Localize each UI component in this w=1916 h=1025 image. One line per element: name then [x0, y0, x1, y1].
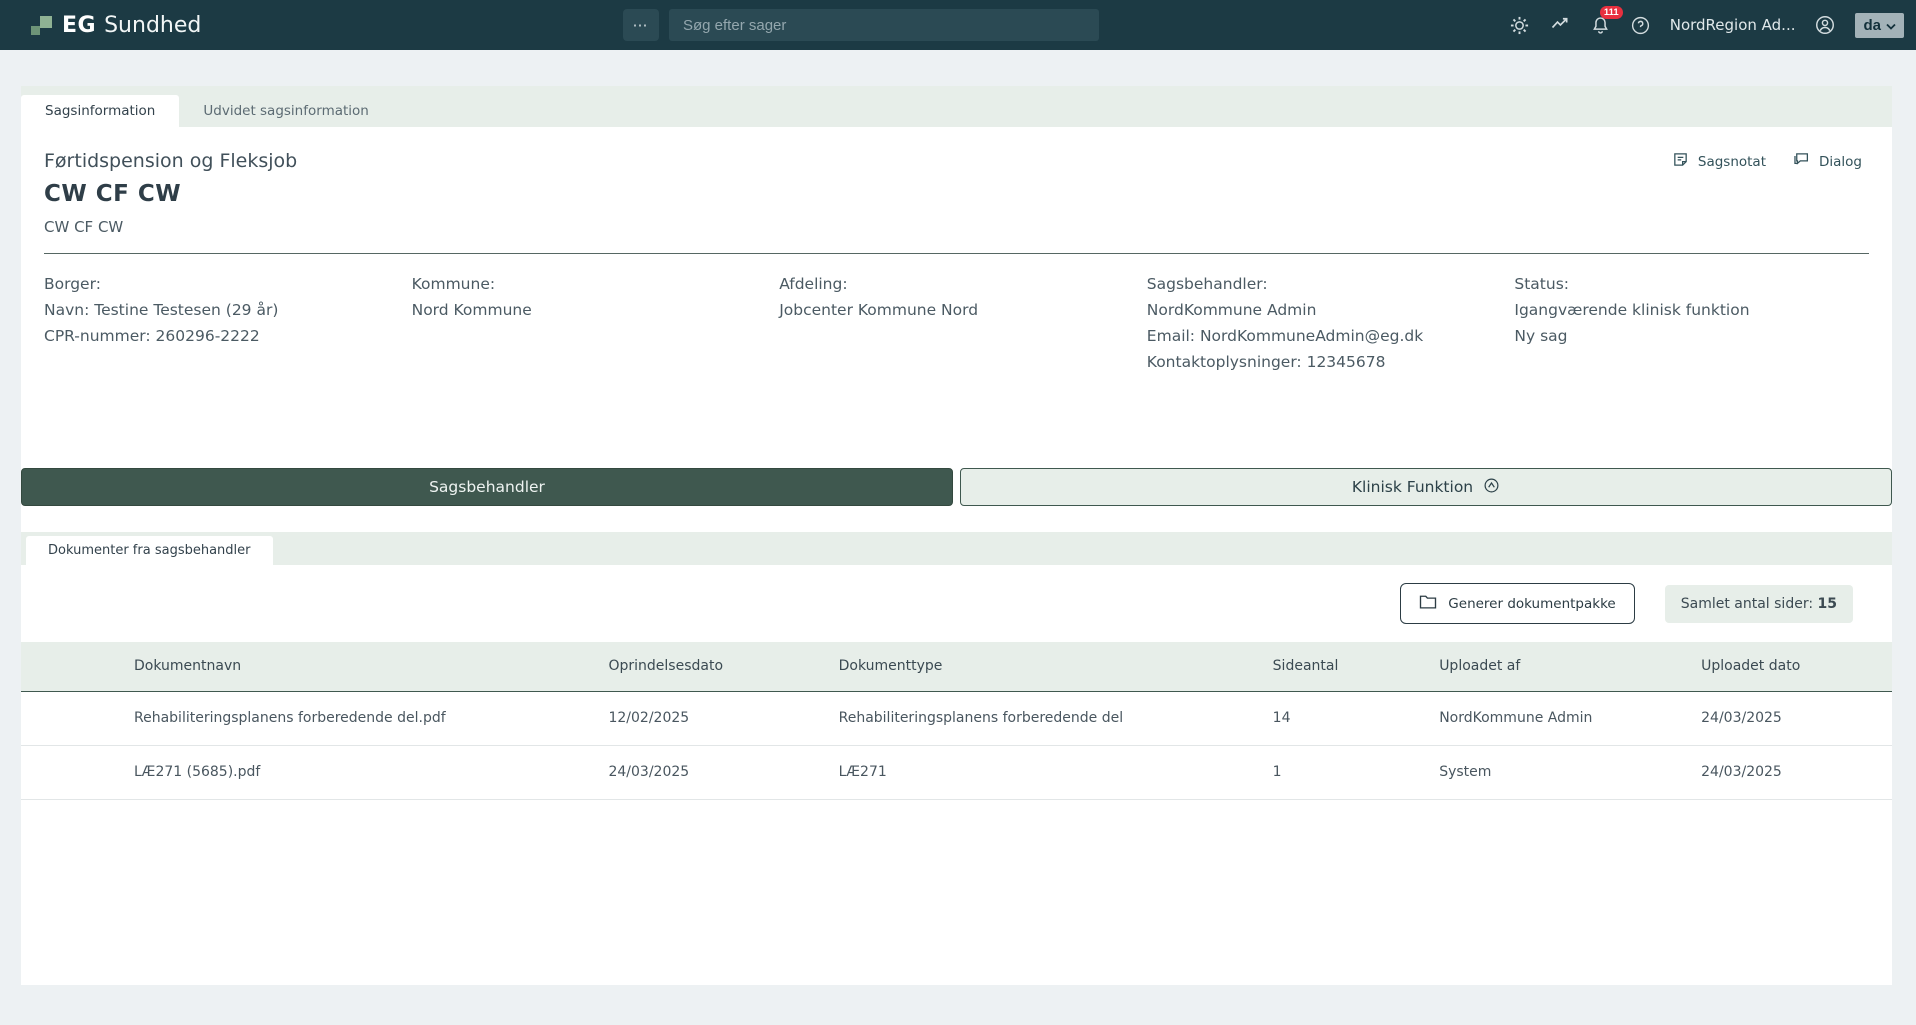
klinisk-funktion-view-button[interactable]: Klinisk Funktion — [960, 468, 1892, 506]
question-mark-icon — [1630, 15, 1651, 36]
table-header-row: Dokumentnavn Oprindelsesdato Dokumenttyp… — [21, 642, 1892, 691]
top-navbar: EG Sundhed ⋯ — [0, 0, 1916, 50]
detail-value: Ny sag — [1514, 323, 1882, 349]
col-uploadet-af: Uploadet af — [1439, 642, 1701, 691]
generer-dokumentpakke-button[interactable]: Generer dokumentpakke — [1400, 583, 1634, 624]
notifications-button[interactable]: 111 — [1590, 15, 1611, 36]
gear-icon — [1509, 15, 1530, 36]
case-details: Borger: Navn: Testine Testesen (29 år) C… — [21, 254, 1892, 375]
detail-sagsbehandler: Sagsbehandler: NordKommune Admin Email: … — [1147, 271, 1515, 375]
detail-borger: Borger: Navn: Testine Testesen (29 år) C… — [44, 271, 412, 375]
cell-sideantal: 14 — [1273, 691, 1440, 745]
dialog-label: Dialog — [1819, 154, 1862, 170]
detail-label: Kommune: — [412, 271, 780, 297]
chat-bubble-icon — [1792, 151, 1810, 172]
col-uploadet-dato: Uploadet dato — [1701, 642, 1892, 691]
detail-value: Igangværende klinisk funktion — [1514, 297, 1882, 323]
klinisk-funktion-label: Klinisk Funktion — [1352, 478, 1473, 496]
language-label: da — [1863, 17, 1881, 34]
logo-text-product: Sundhed — [104, 13, 201, 38]
detail-value: Navn: Testine Testesen (29 år) — [44, 297, 412, 323]
cell-uploadet-af: NordKommune Admin — [1439, 691, 1701, 745]
documents-tabbar: Dokumenter fra sagsbehandler — [21, 532, 1892, 565]
detail-label: Borger: — [44, 271, 412, 297]
eg-logo-mark-icon — [30, 13, 52, 37]
case-title: CW CF CW — [44, 177, 1868, 211]
cell-dokumentnavn: Rehabiliteringsplanens forberedende del.… — [21, 691, 608, 745]
cell-uploadet-af: System — [1439, 745, 1701, 799]
detail-value: Kontaktoplysninger: 12345678 — [1147, 349, 1515, 375]
total-pages-label: Samlet antal sider: — [1681, 596, 1813, 612]
detail-value: CPR-nummer: 260296-2222 — [44, 323, 412, 349]
user-circle-icon — [1814, 14, 1836, 36]
account-name[interactable]: NordRegion Ad... — [1670, 16, 1796, 34]
col-oprindelsesdato: Oprindelsesdato — [608, 642, 838, 691]
case-type: Førtidspension og Fleksjob — [44, 147, 1868, 175]
note-icon — [1672, 151, 1689, 172]
case-header-actions: Sagsnotat Dialog — [1672, 151, 1862, 172]
cell-uploadet-dato: 24/03/2025 — [1701, 745, 1892, 799]
case-subtitle: CW CF CW — [44, 216, 1868, 238]
detail-label: Status: — [1514, 271, 1882, 297]
folder-icon — [1419, 594, 1437, 613]
eg-sundhed-logo[interactable]: EG Sundhed — [30, 13, 201, 38]
cell-oprindelsesdato: 24/03/2025 — [608, 745, 838, 799]
settings-button[interactable] — [1509, 15, 1530, 36]
cell-dokumentnavn: LÆ271 (5685).pdf — [21, 745, 608, 799]
detail-value: Email: NordKommuneAdmin@eg.dk — [1147, 323, 1515, 349]
table-row[interactable]: LÆ271 (5685).pdf 24/03/2025 LÆ271 1 Syst… — [21, 745, 1892, 799]
cell-uploadet-dato: 24/03/2025 — [1701, 691, 1892, 745]
tab-sagsinformation[interactable]: Sagsinformation — [21, 95, 179, 127]
detail-value: Jobcenter Kommune Nord — [779, 297, 1147, 323]
search-input[interactable] — [669, 9, 1099, 41]
circle-chevron-up-icon — [1483, 477, 1500, 498]
tab-udvidet-sagsinformation[interactable]: Udvidet sagsinformation — [179, 95, 392, 127]
detail-value: NordKommune Admin — [1147, 297, 1515, 323]
cell-dokumenttype: Rehabiliteringsplanens forberedende del — [839, 691, 1273, 745]
total-pages-value: 15 — [1818, 596, 1837, 612]
detail-label: Sagsbehandler: — [1147, 271, 1515, 297]
col-dokumenttype: Dokumenttype — [839, 642, 1273, 691]
documents-table: Dokumentnavn Oprindelsesdato Dokumenttyp… — [21, 642, 1892, 800]
cell-oprindelsesdato: 12/02/2025 — [608, 691, 838, 745]
help-button[interactable] — [1630, 15, 1651, 36]
total-pages-badge: Samlet antal sider: 15 — [1665, 585, 1853, 623]
trend-line-icon — [1549, 15, 1571, 35]
tab-dokumenter-fra-sagsbehandler[interactable]: Dokumenter fra sagsbehandler — [26, 536, 273, 565]
profile-button[interactable] — [1814, 14, 1836, 36]
documents-toolbar: Generer dokumentpakke Samlet antal sider… — [21, 565, 1892, 642]
sagsnotat-button[interactable]: Sagsnotat — [1672, 151, 1766, 172]
col-dokumentnavn: Dokumentnavn — [21, 642, 608, 691]
chevron-down-icon — [1886, 17, 1896, 34]
language-selector[interactable]: da — [1855, 13, 1904, 38]
table-row[interactable]: Rehabiliteringsplanens forberedende del.… — [21, 691, 1892, 745]
cell-dokumenttype: LÆ271 — [839, 745, 1273, 799]
col-sideantal: Sideantal — [1273, 642, 1440, 691]
generer-label: Generer dokumentpakke — [1448, 596, 1615, 612]
detail-status: Status: Igangværende klinisk funktion Ny… — [1514, 271, 1882, 375]
main-tabbar: Sagsinformation Udvidet sagsinformation — [21, 86, 1892, 127]
view-switch: Sagsbehandler Klinisk Funktion — [21, 468, 1892, 506]
sagsbehandler-view-button[interactable]: Sagsbehandler — [21, 468, 953, 506]
detail-afdeling: Afdeling: Jobcenter Kommune Nord — [779, 271, 1147, 375]
detail-value: Nord Kommune — [412, 297, 780, 323]
detail-label: Afdeling: — [779, 271, 1147, 297]
dialog-button[interactable]: Dialog — [1792, 151, 1862, 172]
case-card: Sagsinformation Udvidet sagsinformation … — [21, 86, 1892, 985]
case-header: Førtidspension og Fleksjob CW CF CW CW C… — [21, 127, 1892, 238]
more-actions-button[interactable]: ⋯ — [623, 9, 659, 41]
detail-kommune: Kommune: Nord Kommune — [412, 271, 780, 375]
sagsnotat-label: Sagsnotat — [1698, 154, 1766, 170]
notification-count-badge: 111 — [1600, 6, 1623, 20]
cell-sideantal: 1 — [1273, 745, 1440, 799]
logo-text-eg: EG — [62, 13, 96, 38]
activity-button[interactable] — [1549, 15, 1571, 35]
